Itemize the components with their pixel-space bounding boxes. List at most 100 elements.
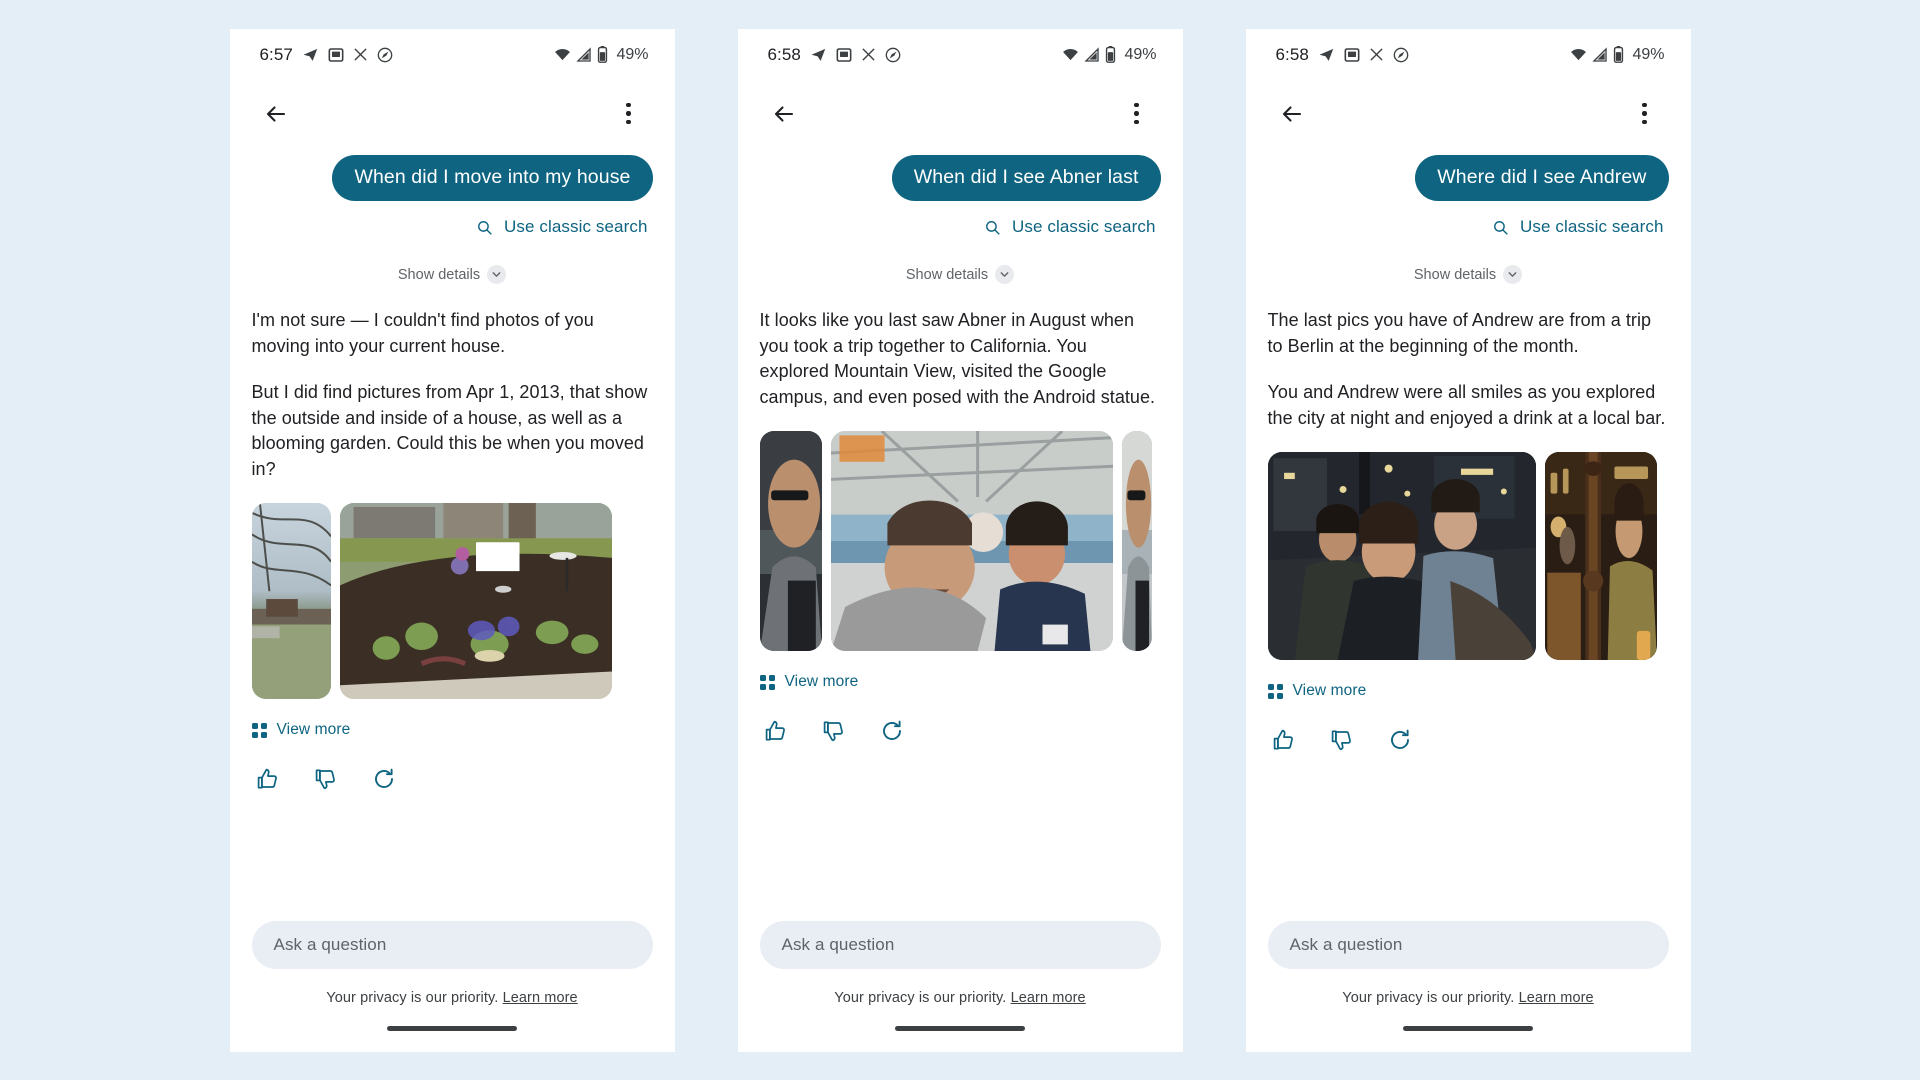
photo-thumbnail[interactable]	[251, 503, 331, 700]
privacy-learn-more-link[interactable]: Learn more	[503, 990, 578, 1006]
x-icon	[861, 47, 876, 62]
system-nav-bar	[738, 1006, 1183, 1052]
chevron-down-icon	[487, 265, 507, 284]
more-vert-icon	[1134, 102, 1139, 125]
grid-icon	[759, 674, 775, 690]
status-bar-left-icons: 6:57	[260, 45, 394, 65]
app-bar	[1246, 81, 1691, 147]
compass-icon	[377, 47, 393, 63]
regenerate-button[interactable]	[1386, 726, 1414, 754]
signal-icon	[1084, 46, 1100, 63]
ask-question-input[interactable]: Ask a question	[1267, 920, 1669, 969]
show-details-toggle[interactable]: Show details	[760, 265, 1161, 284]
feedback-row	[1268, 726, 1669, 754]
phone-screen-1: 6:57 49% When did I move into my house Use …	[229, 28, 675, 1052]
regenerate-button[interactable]	[370, 765, 398, 793]
view-more-label: View more	[1292, 682, 1367, 700]
message-icon	[1344, 47, 1360, 63]
user-query-row: When did I move into my house	[252, 154, 653, 201]
photo-thumbnail[interactable]	[759, 431, 822, 652]
user-query-bubble[interactable]: When did I see Abner last	[891, 154, 1161, 201]
privacy-learn-more-link[interactable]: Learn more	[1011, 990, 1086, 1006]
photo-thumbnail[interactable]	[1267, 452, 1536, 661]
thumb-up-button[interactable]	[762, 717, 790, 745]
status-bar: 6:57 49%	[230, 29, 675, 81]
privacy-text: Your privacy is our priority.	[834, 989, 1007, 1006]
thumb-down-button[interactable]	[1328, 726, 1356, 754]
status-bar-right-icons: 49%	[1062, 45, 1157, 64]
assistant-answer: It looks like you last saw Abner in Augu…	[760, 308, 1161, 410]
assistant-answer: I'm not sure — I couldn't find photos of…	[252, 308, 653, 482]
back-button[interactable]	[764, 94, 804, 134]
conversation: When did I see Abner last Use classic sea…	[738, 147, 1183, 921]
view-more-button[interactable]: View more	[1267, 682, 1669, 700]
show-details-toggle[interactable]: Show details	[252, 265, 653, 284]
answer-paragraph: You and Andrew were all smiles as you ex…	[1267, 382, 1666, 428]
battery-percent-label: 49%	[1124, 45, 1157, 63]
ask-question-input[interactable]: Ask a question	[759, 920, 1161, 969]
status-bar-time: 6:57	[259, 44, 293, 64]
thumb-down-button[interactable]	[820, 717, 848, 745]
thumb-up-button[interactable]	[254, 765, 282, 793]
conversation: When did I move into my house Use classic…	[230, 147, 675, 921]
photo-thumbnail[interactable]	[1544, 452, 1657, 661]
view-more-button[interactable]: View more	[759, 673, 1161, 691]
grid-icon	[251, 722, 267, 738]
user-query-bubble[interactable]: When did I move into my house	[332, 154, 653, 201]
privacy-text: Your privacy is our priority.	[1342, 989, 1515, 1006]
x-icon	[1369, 47, 1384, 62]
signal-icon	[1592, 46, 1608, 63]
use-classic-search-label: Use classic search	[1011, 217, 1156, 236]
battery-percent-label: 49%	[1632, 45, 1665, 63]
use-classic-search-link[interactable]: Use classic search	[760, 217, 1161, 237]
photo-thumbnail[interactable]	[830, 431, 1113, 652]
battery-icon	[1105, 46, 1116, 63]
ask-question-placeholder: Ask a question	[781, 934, 895, 954]
view-more-button[interactable]: View more	[251, 721, 653, 739]
overflow-menu-button[interactable]	[1625, 94, 1665, 134]
user-query-bubble[interactable]: Where did I see Andrew	[1415, 154, 1669, 201]
home-gesture-pill[interactable]	[1403, 1026, 1533, 1031]
back-button[interactable]	[256, 94, 296, 134]
photo-thumbnail[interactable]	[339, 503, 612, 700]
assistant-answer: The last pics you have of Andrew are fro…	[1268, 308, 1669, 431]
use-classic-search-link[interactable]: Use classic search	[1268, 217, 1669, 237]
more-vert-icon	[626, 102, 631, 125]
status-bar-left-icons: 6:58	[768, 45, 902, 65]
privacy-learn-more-link[interactable]: Learn more	[1519, 990, 1594, 1006]
answer-paragraph: I'm not sure — I couldn't find photos of…	[251, 310, 594, 356]
message-icon	[836, 47, 852, 63]
telegram-icon	[1318, 46, 1335, 63]
home-gesture-pill[interactable]	[895, 1026, 1025, 1031]
show-details-label: Show details	[397, 266, 481, 283]
answer-paragraph: It looks like you last saw Abner in Augu…	[759, 310, 1156, 407]
feedback-row	[252, 765, 653, 793]
show-details-label: Show details	[1413, 266, 1497, 283]
use-classic-search-link[interactable]: Use classic search	[252, 217, 653, 237]
use-classic-search-label: Use classic search	[503, 217, 648, 236]
show-details-toggle[interactable]: Show details	[1268, 265, 1669, 284]
message-icon	[328, 47, 344, 63]
regenerate-button[interactable]	[878, 717, 906, 745]
user-query-row: Where did I see Andrew	[1268, 154, 1669, 201]
view-more-label: View more	[276, 721, 351, 739]
wifi-icon	[1062, 46, 1079, 63]
answer-paragraph: But I did find pictures from Apr 1, 2013…	[251, 382, 648, 479]
thumb-up-button[interactable]	[1270, 726, 1298, 754]
thumb-down-button[interactable]	[312, 765, 340, 793]
status-bar-right-icons: 49%	[1570, 45, 1665, 64]
view-more-label: View more	[784, 673, 859, 691]
overflow-menu-button[interactable]	[609, 94, 649, 134]
show-details-label: Show details	[905, 266, 989, 283]
overflow-menu-button[interactable]	[1117, 94, 1157, 134]
home-gesture-pill[interactable]	[387, 1026, 517, 1031]
grid-icon	[1267, 683, 1283, 699]
status-bar: 6:58 49%	[1246, 29, 1691, 81]
conversation: Where did I see Andrew Use classic search…	[1246, 147, 1691, 921]
back-button[interactable]	[1272, 94, 1312, 134]
chevron-down-icon	[1503, 265, 1523, 284]
ask-question-input[interactable]: Ask a question	[251, 920, 653, 969]
telegram-icon	[302, 46, 319, 63]
photo-thumbnail[interactable]	[1121, 431, 1152, 652]
status-bar-right-icons: 49%	[554, 46, 649, 64]
